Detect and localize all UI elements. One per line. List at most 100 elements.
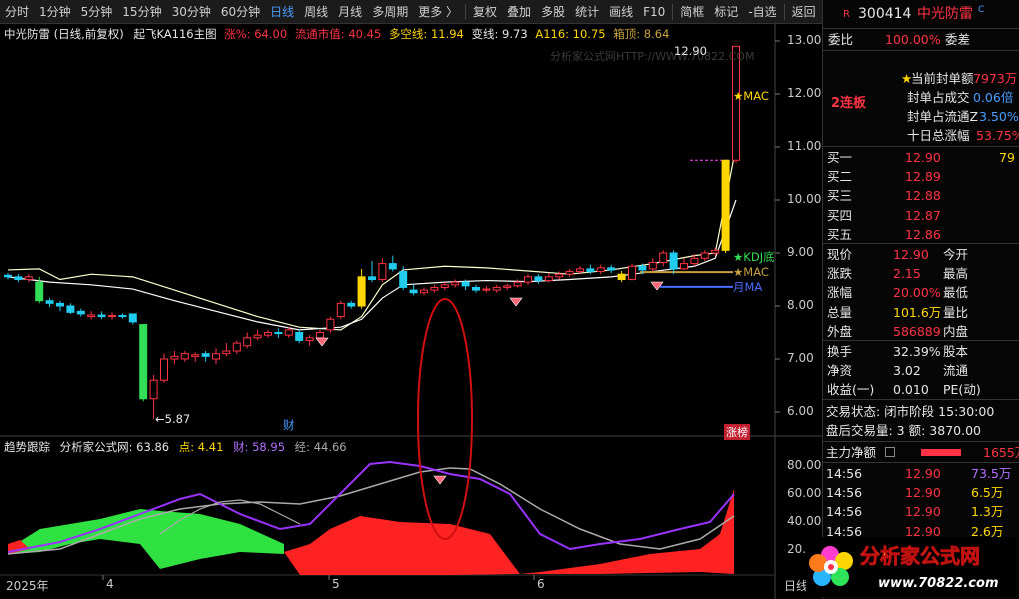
toolbar-item-6[interactable]: 日线	[265, 0, 299, 24]
annotation-ellipse	[417, 298, 473, 540]
quote-row: 收益(一) 0.010 PE(动)	[823, 380, 1019, 399]
price-tick: 8.00	[787, 298, 814, 312]
period-label[interactable]: 日线	[784, 577, 808, 594]
quote-row: 14:56 12.90 6.5万	[823, 483, 1019, 502]
candle-body	[97, 314, 106, 318]
toolbar-item-17[interactable]: 简框	[675, 0, 709, 24]
stat-label-2: 内盘	[943, 323, 969, 339]
candle-body	[461, 281, 470, 287]
kline-chart[interactable]	[0, 24, 822, 599]
toolbar-item-16[interactable]: F10	[638, 0, 670, 24]
stat-value: 12.90	[893, 247, 929, 262]
toolbar-item-0[interactable]: 分时	[0, 0, 34, 24]
toolbar-item-2[interactable]: 5分钟	[76, 0, 118, 24]
candle-body	[4, 274, 12, 278]
candle-body	[596, 267, 605, 273]
quote-row: 买五 12.86	[823, 225, 1019, 244]
sub-title[interactable]: 趋势跟踪	[4, 440, 50, 454]
weibi-label: 委比	[828, 32, 854, 47]
buy-label: 买三	[827, 188, 853, 204]
buy-price: 12.87	[905, 207, 941, 223]
candle-body	[669, 252, 678, 270]
main-net-label[interactable]: 主力净额	[826, 443, 876, 462]
low-label: ←5.87	[155, 412, 191, 426]
candle-body	[191, 354, 200, 357]
net-bar	[921, 449, 961, 456]
toolbar-item-1[interactable]: 1分钟	[34, 0, 76, 24]
candle-body	[690, 257, 699, 265]
candle-body	[357, 276, 366, 307]
buy-price: 12.86	[905, 226, 941, 242]
tick-time: 14:56	[826, 485, 863, 501]
candle-body	[14, 276, 23, 281]
stat-value: 101.6万	[893, 304, 942, 320]
toolbar-item-19[interactable]: -自选	[743, 0, 781, 24]
candle-body	[66, 305, 75, 313]
candle-body	[295, 332, 304, 341]
tick-price: 12.90	[905, 485, 941, 501]
tick-price: 12.90	[905, 466, 941, 481]
xiangding-label: 箱顶: 8.64	[613, 27, 670, 41]
toolbar-item-11[interactable]: 复权	[468, 0, 502, 24]
stat-value: 2.15	[893, 266, 921, 282]
toolbar-item-9[interactable]: 多周期	[367, 0, 413, 24]
logo-text: 分析家公式网	[860, 544, 980, 568]
quote-row: 涨幅 20.00% 最低	[823, 283, 1019, 302]
toolbar-item-15[interactable]: 画线	[604, 0, 638, 24]
quote-row: 14:56 12.90 73.5万	[823, 464, 1019, 483]
toolbar-item-8[interactable]: 月线	[333, 0, 367, 24]
candle-body	[316, 332, 324, 339]
stat-label: 现价	[827, 247, 853, 262]
buy-label: 买二	[827, 169, 853, 185]
candle-body	[607, 267, 616, 271]
indicator-name[interactable]: 起飞KA116主图	[133, 27, 216, 41]
zhang-label: 涨%: 64.00	[224, 27, 288, 41]
toolbar-item-5[interactable]: 60分钟	[216, 0, 265, 24]
candle-body	[388, 263, 397, 270]
candle-body	[659, 252, 668, 264]
price-tick: 12.00	[787, 86, 822, 100]
quote-row: 换手 32.39% 股本	[823, 342, 1019, 361]
chart-area[interactable]: 中光防雷 (日线,前复权) 起飞KA116主图 涨%: 64.00 流通市值: …	[0, 24, 822, 599]
buy-price: 12.88	[905, 188, 941, 204]
quote-row: 涨跌 2.15 最高	[823, 264, 1019, 283]
stat-label-2: 量比	[943, 304, 969, 320]
weibi-value: 100.00%	[885, 32, 941, 47]
fengdan-cj-value: 0.06倍	[973, 90, 1014, 105]
candle-body	[149, 379, 158, 400]
stat-label: 总量	[827, 304, 853, 320]
x-label: 4	[106, 577, 114, 591]
stat2-label: 收益(一)	[827, 382, 875, 398]
diamond-marker	[433, 475, 447, 485]
mac2-label: ★MAC	[733, 265, 769, 279]
stat-label-2: 最低	[943, 285, 969, 301]
toolbar-item-4[interactable]: 30分钟	[167, 0, 216, 24]
list-icon[interactable]	[885, 447, 895, 457]
diamond-marker	[315, 337, 329, 347]
quote-row: 外盘 586889 内盘	[823, 322, 1019, 341]
toolbar-item-20[interactable]: 返回	[787, 0, 821, 24]
liutong-label: 流通市值: 40.45	[294, 27, 382, 41]
candle-body	[555, 273, 564, 278]
candle-body	[451, 281, 460, 286]
bianxian-label: 变线: 9.73	[471, 27, 528, 41]
stock-code: 300414	[858, 6, 912, 22]
zhangbang-marker: 涨榜	[724, 424, 750, 440]
candle-body	[118, 315, 127, 318]
stat2-label-2: 流通	[943, 363, 969, 379]
toolbar-item-7[interactable]: 周线	[299, 0, 333, 24]
toolbar-item-14[interactable]: 统计	[570, 0, 604, 24]
candle-body	[212, 353, 220, 360]
candle-body	[274, 332, 283, 335]
candle-body	[492, 286, 501, 291]
toolbar-item-13[interactable]: 多股	[536, 0, 570, 24]
toolbar-item-10[interactable]: 更多 〉	[413, 0, 463, 24]
price-tick: 6.00	[787, 404, 814, 418]
toolbar-item-18[interactable]: 标记	[709, 0, 743, 24]
candle-body	[180, 353, 189, 360]
toolbar-item-3[interactable]: 15分钟	[117, 0, 166, 24]
candle-body	[700, 252, 709, 259]
price-tick: 9.00	[787, 245, 814, 259]
toolbar-item-12[interactable]: 叠加	[502, 0, 536, 24]
candle-body	[45, 300, 54, 304]
